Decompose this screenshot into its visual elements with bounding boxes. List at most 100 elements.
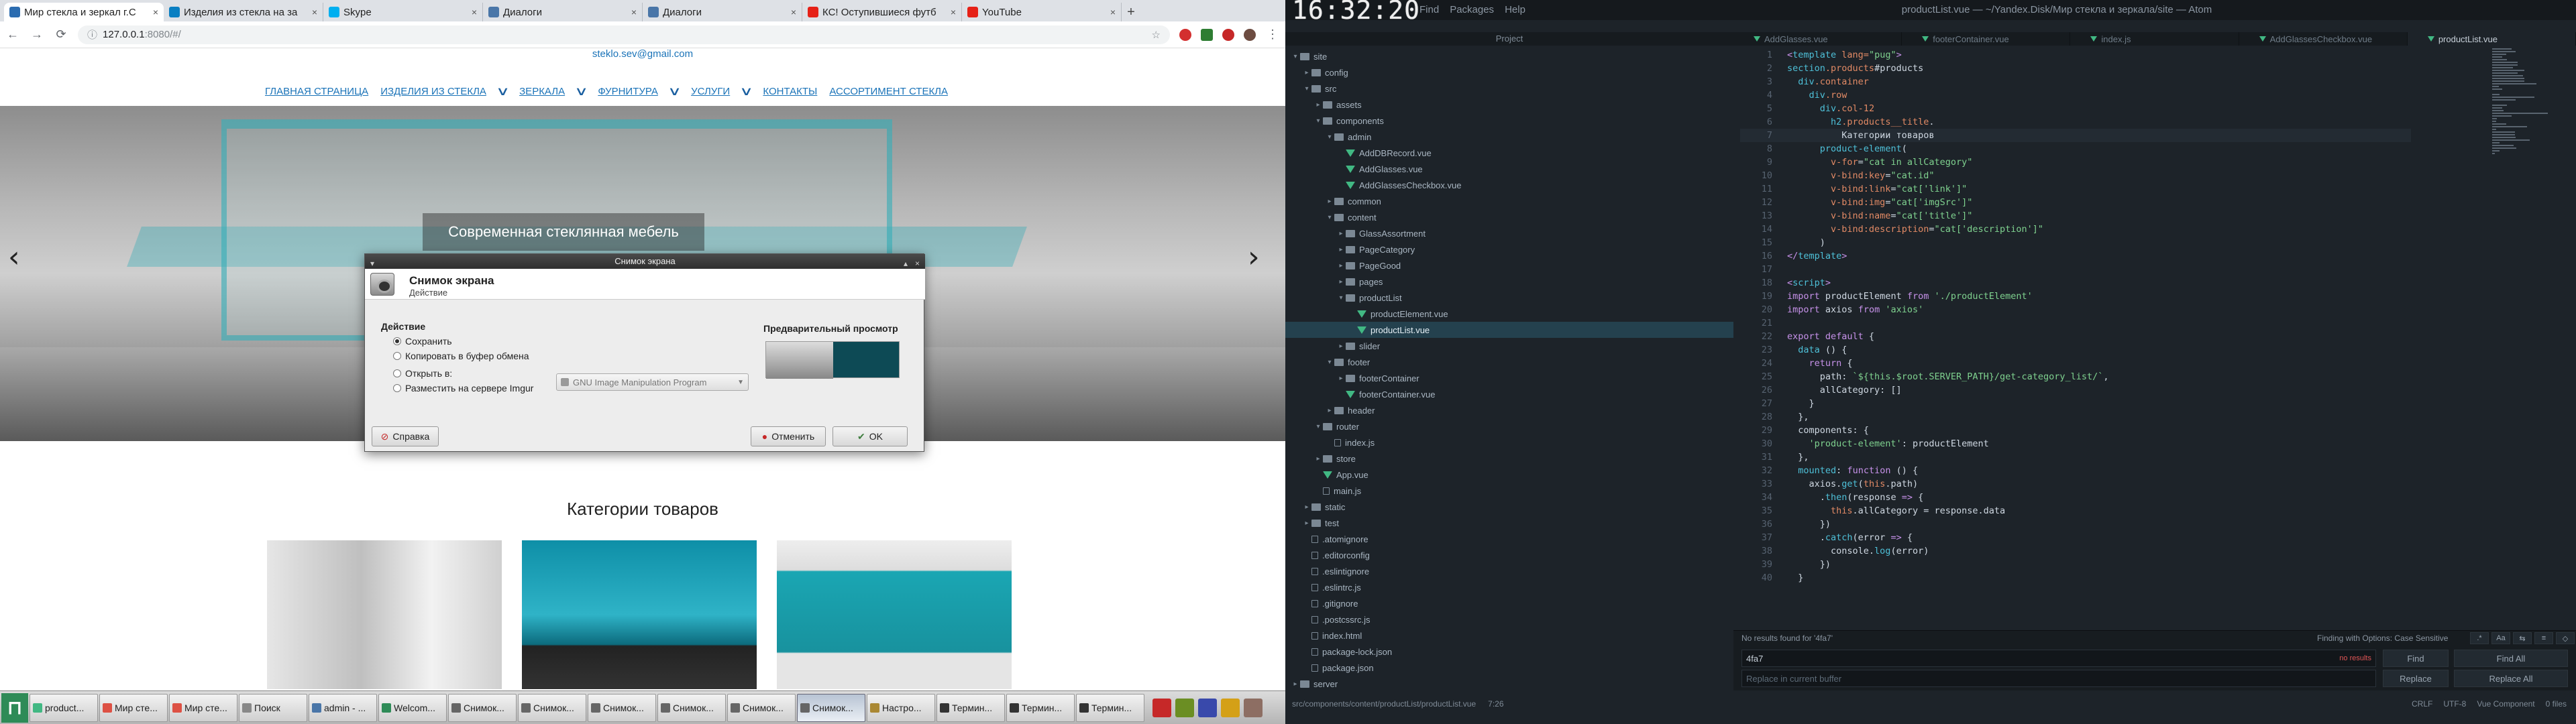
tree-item[interactable]: ▸ PageCategory bbox=[1285, 241, 1733, 257]
chevron-right-icon[interactable]: ▸ bbox=[1336, 278, 1346, 286]
taskbar-button[interactable]: Термин... bbox=[1076, 693, 1144, 722]
status-encoding[interactable]: UTF-8 bbox=[2443, 699, 2466, 709]
bookmark-star-icon[interactable]: ☆ bbox=[1152, 29, 1161, 41]
chevron-down-icon[interactable]: ▾ bbox=[1291, 53, 1300, 60]
tree-item[interactable]: AddGlassesCheckbox.vue bbox=[1285, 177, 1733, 193]
taskbar-button[interactable]: Настро... bbox=[867, 693, 935, 722]
chevron-right-icon[interactable]: ▸ bbox=[1291, 680, 1300, 688]
chevron-right-icon[interactable]: ▸ bbox=[1336, 230, 1346, 237]
editor-tab[interactable]: AddGlasses.vue bbox=[1733, 32, 1902, 46]
editor-tab[interactable]: index.js bbox=[2070, 32, 2239, 46]
tree-item[interactable]: ▸ PageGood bbox=[1285, 257, 1733, 274]
radio-circle[interactable] bbox=[393, 369, 401, 377]
status-cursor-position[interactable]: 7:26 bbox=[1488, 699, 1503, 709]
opera-extension-icon[interactable] bbox=[1179, 28, 1191, 41]
tree-item[interactable]: AddDBRecord.vue bbox=[1285, 145, 1733, 161]
chevron-down-icon[interactable]: ▾ bbox=[1325, 133, 1334, 141]
tree-item[interactable]: ▸ common bbox=[1285, 193, 1733, 209]
tree-item[interactable]: index.js bbox=[1285, 434, 1733, 450]
tree-item[interactable]: .atomignore bbox=[1285, 531, 1733, 547]
replace-input[interactable]: Replace in current buffer bbox=[1741, 670, 2376, 687]
tree-item[interactable]: ▸ test bbox=[1285, 515, 1733, 531]
status-git-files[interactable]: 0 files bbox=[2546, 699, 2567, 709]
find-option-toggle[interactable]: ⇆ bbox=[2513, 632, 2532, 644]
menu-item[interactable]: Help bbox=[1505, 4, 1525, 15]
tray-icon[interactable] bbox=[1175, 698, 1194, 717]
tree-item[interactable]: ▸ slider bbox=[1285, 338, 1733, 354]
browser-tab[interactable]: КС! Оступившиеся футб × bbox=[802, 3, 962, 21]
tree-item[interactable]: package-lock.json bbox=[1285, 644, 1733, 660]
category-card-glass-partitions[interactable] bbox=[267, 540, 502, 689]
profile-avatar[interactable] bbox=[1244, 28, 1256, 41]
chevron-right-icon[interactable]: ▸ bbox=[1325, 198, 1334, 205]
tree-item[interactable]: ▸ store bbox=[1285, 450, 1733, 467]
browser-tab[interactable]: Изделия из стекла на за × bbox=[164, 3, 323, 21]
tree-item[interactable]: ▸ pages bbox=[1285, 274, 1733, 290]
tree-item[interactable]: productElement.vue bbox=[1285, 306, 1733, 322]
tree-item[interactable]: App.vue bbox=[1285, 467, 1733, 483]
find-all-button[interactable]: Find All bbox=[2454, 650, 2568, 667]
editor-tab[interactable]: footerContainer.vue bbox=[1902, 32, 2071, 46]
tab-close-icon[interactable]: × bbox=[312, 7, 317, 17]
taskbar-button[interactable]: Снимок... bbox=[588, 693, 656, 722]
tree-item[interactable]: ▾ productList bbox=[1285, 290, 1733, 306]
url-bar[interactable]: ⓘ 127.0.0.1:8080/#/ ☆ bbox=[78, 25, 1170, 44]
taskbar-button[interactable]: Снимок... bbox=[448, 693, 517, 722]
taskbar-button[interactable]: Поиск bbox=[239, 693, 307, 722]
taskbar-button[interactable]: Мир сте... bbox=[169, 693, 237, 722]
tray-icon[interactable] bbox=[1152, 698, 1171, 717]
nav-link[interactable]: Изделия из стекла bbox=[380, 86, 486, 97]
tray-icon[interactable] bbox=[1221, 698, 1240, 717]
editor-tab[interactable]: productList.vue bbox=[2407, 32, 2576, 46]
tree-item[interactable]: ▾ footer bbox=[1285, 354, 1733, 370]
reload-icon[interactable]: ⟳ bbox=[54, 27, 68, 42]
radio-circle[interactable] bbox=[393, 384, 401, 392]
taskbar-button[interactable]: product... bbox=[30, 693, 98, 722]
tree-item[interactable]: ▾ components bbox=[1285, 113, 1733, 129]
taskbar-button[interactable]: Welcom... bbox=[378, 693, 447, 722]
tree-item[interactable]: AddGlasses.vue bbox=[1285, 161, 1733, 177]
chevron-down-icon[interactable]: ▾ bbox=[1313, 423, 1323, 430]
tree-item[interactable]: ▸ footerContainer bbox=[1285, 370, 1733, 386]
find-input[interactable]: 4fa7 no results bbox=[1741, 650, 2376, 667]
tree-item[interactable]: ▸ header bbox=[1285, 402, 1733, 418]
chevron-down-icon[interactable]: ▾ bbox=[1302, 85, 1311, 93]
tree-item[interactable]: ▸ assets bbox=[1285, 97, 1733, 113]
tree-item[interactable]: .gitignore bbox=[1285, 595, 1733, 611]
tree-item[interactable]: .eslintrc.js bbox=[1285, 579, 1733, 595]
nav-link[interactable]: Главная страница bbox=[265, 86, 368, 97]
tab-close-icon[interactable]: × bbox=[631, 7, 637, 17]
menu-item[interactable]: Packages bbox=[1450, 4, 1494, 15]
find-option-toggle[interactable]: .* bbox=[2470, 632, 2489, 644]
browser-tab[interactable]: Диалоги × bbox=[643, 3, 802, 21]
tree-item[interactable]: footerContainer.vue bbox=[1285, 386, 1733, 402]
nav-link[interactable]: Зеркала bbox=[519, 86, 565, 97]
site-info-icon[interactable]: ⓘ bbox=[87, 27, 97, 42]
dialog-radio-option[interactable]: Сохранить bbox=[393, 336, 452, 347]
status-file-path[interactable]: src/components/content/productList/produ… bbox=[1292, 699, 1476, 709]
nav-link[interactable]: Услуги bbox=[691, 86, 730, 97]
tray-icon[interactable] bbox=[1198, 698, 1217, 717]
minimap[interactable] bbox=[2489, 48, 2570, 249]
dialog-radio-option[interactable]: Открыть в: bbox=[393, 368, 452, 379]
browser-menu-icon[interactable]: ⋮ bbox=[1265, 27, 1280, 42]
taskbar-button[interactable]: Термин... bbox=[936, 693, 1005, 722]
tree-item[interactable]: ▸ static bbox=[1285, 499, 1733, 515]
chevron-right-icon[interactable]: ▸ bbox=[1336, 262, 1346, 269]
taskbar-button[interactable]: Снимок... bbox=[657, 693, 726, 722]
taskbar-button[interactable]: Мир сте... bbox=[99, 693, 168, 722]
tree-item[interactable]: ▾ router bbox=[1285, 418, 1733, 434]
tree-item[interactable]: ▾ src bbox=[1285, 80, 1733, 97]
chevron-right-icon[interactable]: ▸ bbox=[1302, 520, 1311, 527]
help-button[interactable]: ⊘ Справка bbox=[372, 426, 439, 446]
vpn-extension-icon[interactable] bbox=[1201, 28, 1213, 41]
dialog-radio-option[interactable]: Разместить на сервере Imgur bbox=[393, 383, 533, 394]
contact-email[interactable]: steklo.sev@gmail.com bbox=[0, 48, 1285, 60]
radio-circle[interactable] bbox=[393, 337, 401, 345]
tab-close-icon[interactable]: × bbox=[153, 7, 158, 17]
nav-link[interactable]: Фурнитура bbox=[598, 86, 658, 97]
chevron-down-icon[interactable]: ▾ bbox=[1313, 117, 1323, 125]
nav-link[interactable]: Ассортимент стекла bbox=[829, 86, 948, 97]
browser-tab[interactable]: Мир стекла и зеркал г.С × bbox=[4, 3, 164, 21]
radio-circle[interactable] bbox=[393, 352, 401, 360]
